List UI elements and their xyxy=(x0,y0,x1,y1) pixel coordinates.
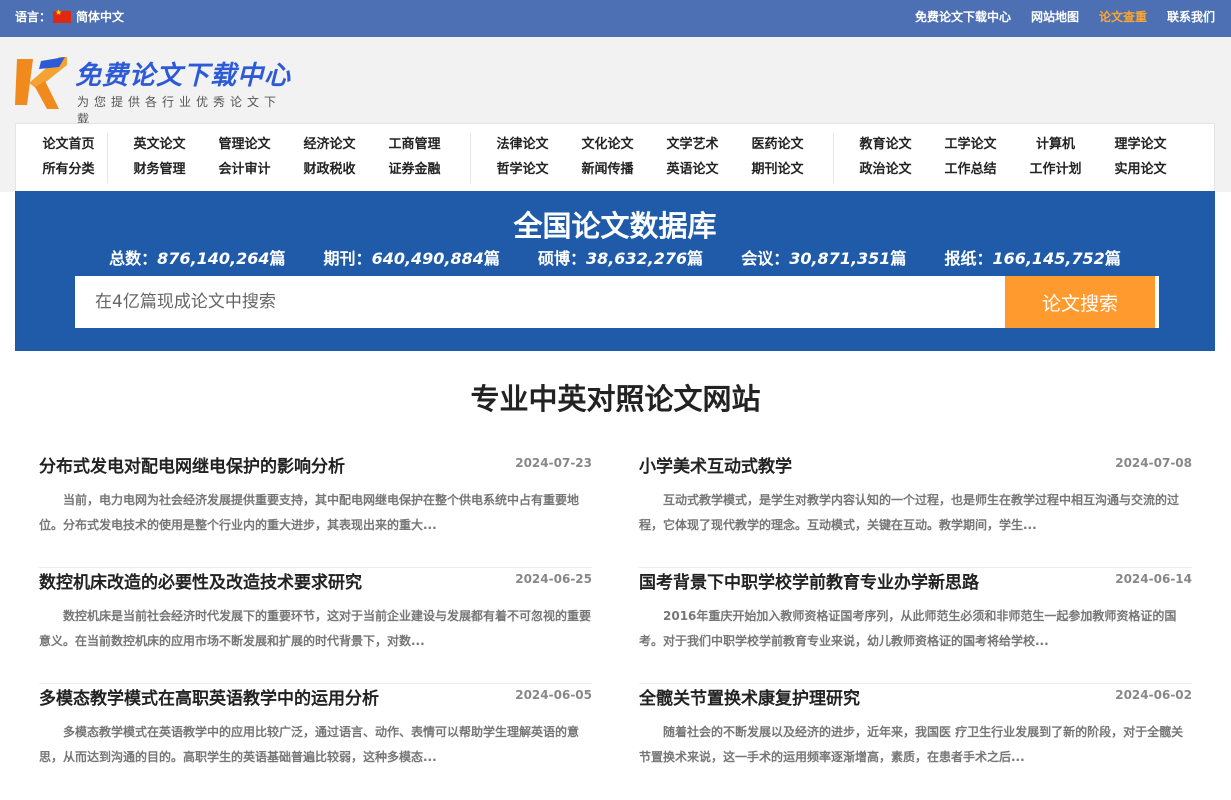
top-bar: 语言： 简体中文 免费论文下载中心 网站地图 论文查重 联系我们 xyxy=(0,0,1231,37)
top-link-sitemap[interactable]: 网站地图 xyxy=(1031,8,1079,25)
nav-divider xyxy=(470,133,471,183)
article-summary: 多模态教学模式在英语教学中的应用比较广泛，通过语言、动作、表情可以帮助学生理解英… xyxy=(39,725,580,764)
top-link-contact[interactable]: 联系我们 xyxy=(1167,8,1215,25)
nav-group-home: 论文首页 所有分类 xyxy=(26,132,111,182)
nav-item[interactable]: 哲学论文 xyxy=(480,157,565,182)
nav-item[interactable]: 新闻传播 xyxy=(565,157,650,182)
article-title[interactable]: 小学美术互动式教学 xyxy=(639,452,792,477)
nav-item[interactable]: 英文论文 xyxy=(117,132,202,157)
logo-title: 免费论文下载中心 xyxy=(75,61,292,91)
nav-item[interactable]: 文化论文 xyxy=(565,132,650,157)
stat-thesis: 硕博：38,632,276篇 xyxy=(537,249,704,268)
nav-item[interactable]: 工作计划 xyxy=(1013,157,1098,182)
article-summary: 随着社会的不断发展以及经济的进步，近年来，我国医 疗卫生行业发展到了新的阶段，对… xyxy=(639,725,1184,764)
language-label: 语言： xyxy=(15,10,52,24)
stat-conference: 会议：30,871,351篇 xyxy=(741,249,907,268)
nav-item[interactable]: 实用论文 xyxy=(1098,157,1183,182)
top-links: 免费论文下载中心 网站地图 论文查重 联系我们 xyxy=(915,8,1215,25)
nav-item[interactable]: 财政税收 xyxy=(287,157,372,182)
nav-item[interactable]: 政治论文 xyxy=(843,157,928,182)
search-input[interactable] xyxy=(75,276,1005,328)
nav-item[interactable]: 期刊论文 xyxy=(735,157,820,182)
china-flag-icon xyxy=(53,8,72,23)
search-box: 论文搜索 xyxy=(75,276,1159,328)
logo-subtitle: 为您提供各行业优秀论文下载 xyxy=(77,95,282,126)
top-link-download-center[interactable]: 免费论文下载中心 xyxy=(915,8,1011,25)
nav-item[interactable]: 理学论文 xyxy=(1098,132,1183,157)
article-item: 小学美术互动式教学 2024-07-08 互动式教学模式，是学生对教学内容认知的… xyxy=(639,452,1192,568)
article-date: 2024-07-08 xyxy=(1115,456,1192,470)
nav-divider xyxy=(107,133,108,183)
site-logo[interactable]: 免费论文下载中心 为您提供各行业优秀论文下载 xyxy=(15,53,295,126)
nav-item[interactable]: 证券金融 xyxy=(372,157,457,182)
nav-item[interactable]: 计算机 xyxy=(1013,132,1098,157)
category-nav: 论文首页 所有分类 英文论文 财务管理 管理论文 会计审计 经济论文 财政税收 … xyxy=(15,123,1215,191)
article-item: 全髋关节置换术康复护理研究 2024-06-02 随着社会的不断发展以及经济的进… xyxy=(639,684,1192,800)
language-selector[interactable]: 语言： 简体中文 xyxy=(15,8,124,25)
nav-item[interactable]: 医药论文 xyxy=(735,132,820,157)
search-button[interactable]: 论文搜索 xyxy=(1005,276,1155,328)
nav-item[interactable]: 工作总结 xyxy=(928,157,1013,182)
nav-item[interactable]: 经济论文 xyxy=(287,132,372,157)
nav-item[interactable]: 教育论文 xyxy=(843,132,928,157)
article-date: 2024-06-25 xyxy=(515,572,592,586)
nav-item[interactable]: 财务管理 xyxy=(117,157,202,182)
article-item: 国考背景下中职学校学前教育专业办学新思路 2024-06-14 2016年重庆开… xyxy=(639,568,1192,684)
article-item: 分布式发电对配电网继电保护的影响分析 2024-07-23 当前，电力电网为社会… xyxy=(39,452,592,568)
article-date: 2024-06-05 xyxy=(515,688,592,702)
nav-group-science: 教育论文 政治论文 工学论文 工作总结 计算机 工作计划 理学论文 实用论文 xyxy=(843,132,1183,182)
nav-item[interactable]: 会计审计 xyxy=(202,157,287,182)
article-title[interactable]: 分布式发电对配电网继电保护的影响分析 xyxy=(39,452,345,477)
banner-title: 全国论文数据库 xyxy=(513,209,717,243)
search-banner: 全国论文数据库 总数：876,140,264篇 期刊：640,490,884篇 … xyxy=(15,191,1215,351)
article-item: 数控机床改造的必要性及改造技术要求研究 2024-06-25 数控机床是当前社会… xyxy=(39,568,592,684)
article-item: 多模态教学模式在高职英语教学中的运用分析 2024-06-05 多模态教学模式在… xyxy=(39,684,592,800)
stat-total: 总数：876,140,264篇 xyxy=(109,249,286,268)
article-title[interactable]: 多模态教学模式在高职英语教学中的运用分析 xyxy=(39,684,379,709)
stat-journal: 期刊：640,490,884篇 xyxy=(323,249,500,268)
language-value[interactable]: 简体中文 xyxy=(76,8,124,25)
nav-item[interactable]: 法律论文 xyxy=(480,132,565,157)
article-summary: 数控机床是当前社会经济时代发展下的重要环节，这对于当前企业建设与发展都有着不可忽… xyxy=(39,609,592,648)
top-link-plagiarism-check[interactable]: 论文查重 xyxy=(1099,8,1147,25)
article-date: 2024-06-02 xyxy=(1115,688,1192,702)
nav-item[interactable]: 论文首页 xyxy=(26,132,111,157)
article-summary: 当前，电力电网为社会经济发展提供重要支持，其中配电网继电保护在整个供电系统中占有… xyxy=(39,493,580,532)
nav-item[interactable]: 英语论文 xyxy=(650,157,735,182)
nav-group-humanities: 法律论文 哲学论文 文化论文 新闻传播 文学艺术 英语论文 医药论文 期刊论文 xyxy=(480,132,820,182)
nav-group-business: 英文论文 财务管理 管理论文 会计审计 经济论文 财政税收 工商管理 证券金融 xyxy=(117,132,457,182)
nav-item[interactable]: 所有分类 xyxy=(26,157,111,182)
stat-newspaper: 报纸：166,145,752篇 xyxy=(944,249,1121,268)
article-date: 2024-07-23 xyxy=(515,456,592,470)
article-title[interactable]: 全髋关节置换术康复护理研究 xyxy=(639,684,860,709)
article-title[interactable]: 国考背景下中职学校学前教育专业办学新思路 xyxy=(639,568,979,593)
logo-k-icon xyxy=(15,57,67,109)
nav-item[interactable]: 管理论文 xyxy=(202,132,287,157)
database-stats: 总数：876,140,264篇 期刊：640,490,884篇 硕博：38,63… xyxy=(15,245,1215,269)
nav-item[interactable]: 工学论文 xyxy=(928,132,1013,157)
article-summary: 互动式教学模式，是学生对教学内容认知的一个过程，也是师生在教学过程中相互沟通与交… xyxy=(639,493,1180,532)
nav-item[interactable]: 工商管理 xyxy=(372,132,457,157)
section-title: 专业中英对照论文网站 xyxy=(470,382,761,416)
article-title[interactable]: 数控机床改造的必要性及改造技术要求研究 xyxy=(39,568,362,593)
article-date: 2024-06-14 xyxy=(1115,572,1192,586)
nav-item[interactable]: 文学艺术 xyxy=(650,132,735,157)
article-summary: 2016年重庆开始加入教师资格证国考序列，从此师范生必须和非师范生一起参加教师资… xyxy=(639,609,1177,648)
nav-divider xyxy=(833,133,834,183)
